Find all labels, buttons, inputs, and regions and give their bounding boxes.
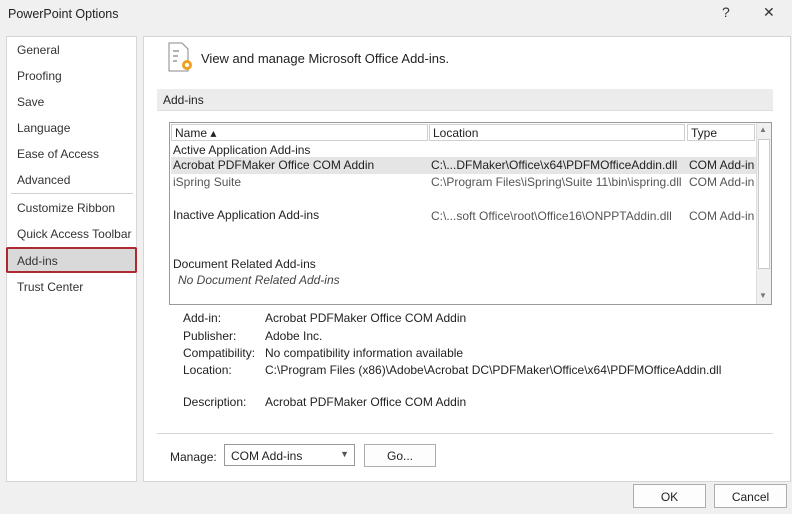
divider bbox=[157, 433, 773, 434]
detail-description-label: Description: bbox=[183, 395, 247, 409]
detail-compat-label: Compatibility: bbox=[183, 346, 256, 360]
sidebar-divider bbox=[11, 193, 133, 194]
cancel-button[interactable]: Cancel bbox=[714, 484, 787, 508]
sidebar-item-general[interactable]: General bbox=[17, 43, 60, 57]
row-location: C:\Program Files\iSpring\Suite 11\bin\is… bbox=[431, 175, 682, 189]
manage-label: Manage: bbox=[170, 450, 217, 464]
vertical-scrollbar[interactable]: ▲ ▼ bbox=[756, 123, 771, 304]
group-document-empty: No Document Related Add-ins bbox=[178, 273, 340, 287]
detail-compat-value: No compatibility information available bbox=[265, 346, 464, 360]
window-title: PowerPoint Options bbox=[8, 7, 119, 21]
sidebar-item-quick-access-toolbar[interactable]: Quick Access Toolbar bbox=[17, 227, 132, 241]
group-document: Document Related Add-ins bbox=[173, 257, 316, 271]
chevron-down-icon: ▼ bbox=[340, 449, 349, 459]
group-active: Active Application Add-ins bbox=[173, 143, 311, 157]
column-header-type[interactable]: Type bbox=[687, 124, 755, 141]
row-location: C:\...soft Office\root\Office16\ONPPTAdd… bbox=[431, 209, 672, 223]
sidebar-item-trust-center[interactable]: Trust Center bbox=[17, 280, 83, 294]
add-ins-list[interactable]: Name ▴ Location Type Active Application … bbox=[169, 122, 772, 305]
detail-publisher-label: Publisher: bbox=[183, 329, 237, 343]
section-header: Add-ins bbox=[157, 89, 773, 111]
sidebar-item-language[interactable]: Language bbox=[17, 121, 70, 135]
detail-location-value: C:\Program Files (x86)\Adobe\Acrobat DC\… bbox=[265, 363, 722, 377]
row-location: C:\...DFMaker\Office\x64\PDFMOfficeAddin… bbox=[431, 158, 678, 172]
row-type: COM Add-in bbox=[689, 209, 755, 223]
detail-description-value: Acrobat PDFMaker Office COM Addin bbox=[265, 395, 467, 409]
row-type: COM Add-in bbox=[689, 158, 755, 172]
manage-dropdown[interactable]: COM Add-ins ▼ bbox=[224, 444, 355, 466]
sidebar-item-ease-of-access[interactable]: Ease of Access bbox=[17, 147, 99, 161]
column-header-location[interactable]: Location bbox=[429, 124, 685, 141]
page-heading: View and manage Microsoft Office Add-ins… bbox=[201, 51, 450, 66]
sidebar-item-customize-ribbon[interactable]: Customize Ribbon bbox=[17, 201, 115, 215]
row-name: Acrobat PDFMaker Office COM Addin bbox=[173, 158, 375, 172]
row-name: iSpring Suite bbox=[173, 175, 242, 189]
sidebar-item-add-ins[interactable]: Add-ins bbox=[17, 254, 58, 268]
scroll-down-icon[interactable]: ▼ bbox=[759, 291, 767, 300]
go-button[interactable]: Go... bbox=[364, 444, 436, 467]
detail-addin-value: Acrobat PDFMaker Office COM Addin bbox=[265, 311, 467, 325]
detail-addin-label: Add-in: bbox=[183, 311, 222, 325]
ok-button[interactable]: OK bbox=[633, 484, 706, 508]
sidebar-item-proofing[interactable]: Proofing bbox=[17, 69, 62, 83]
scroll-up-icon[interactable]: ▲ bbox=[759, 125, 767, 134]
row-type: COM Add-in bbox=[689, 175, 755, 189]
sidebar-item-save[interactable]: Save bbox=[17, 95, 44, 109]
detail-publisher-value: Adobe Inc. bbox=[265, 329, 323, 343]
close-button[interactable]: ✕ bbox=[763, 4, 775, 21]
manage-value: COM Add-ins bbox=[231, 449, 303, 463]
add-ins-settings-icon bbox=[168, 42, 192, 72]
table-row-selected[interactable]: Acrobat PDFMaker Office COM Addin C:\...… bbox=[171, 157, 756, 174]
table-row[interactable]: iSpring Suite C:\Program Files\iSpring\S… bbox=[171, 174, 756, 191]
scrollbar-thumb[interactable] bbox=[758, 139, 770, 269]
sidebar: General Proofing Save Language Ease of A… bbox=[6, 36, 137, 482]
column-header-name[interactable]: Name ▴ bbox=[171, 124, 428, 141]
help-button[interactable]: ? bbox=[722, 4, 730, 20]
sidebar-item-advanced[interactable]: Advanced bbox=[17, 173, 70, 187]
detail-location-label: Location: bbox=[183, 363, 232, 377]
table-row[interactable]: C:\...soft Office\root\Office16\ONPPTAdd… bbox=[171, 208, 756, 225]
